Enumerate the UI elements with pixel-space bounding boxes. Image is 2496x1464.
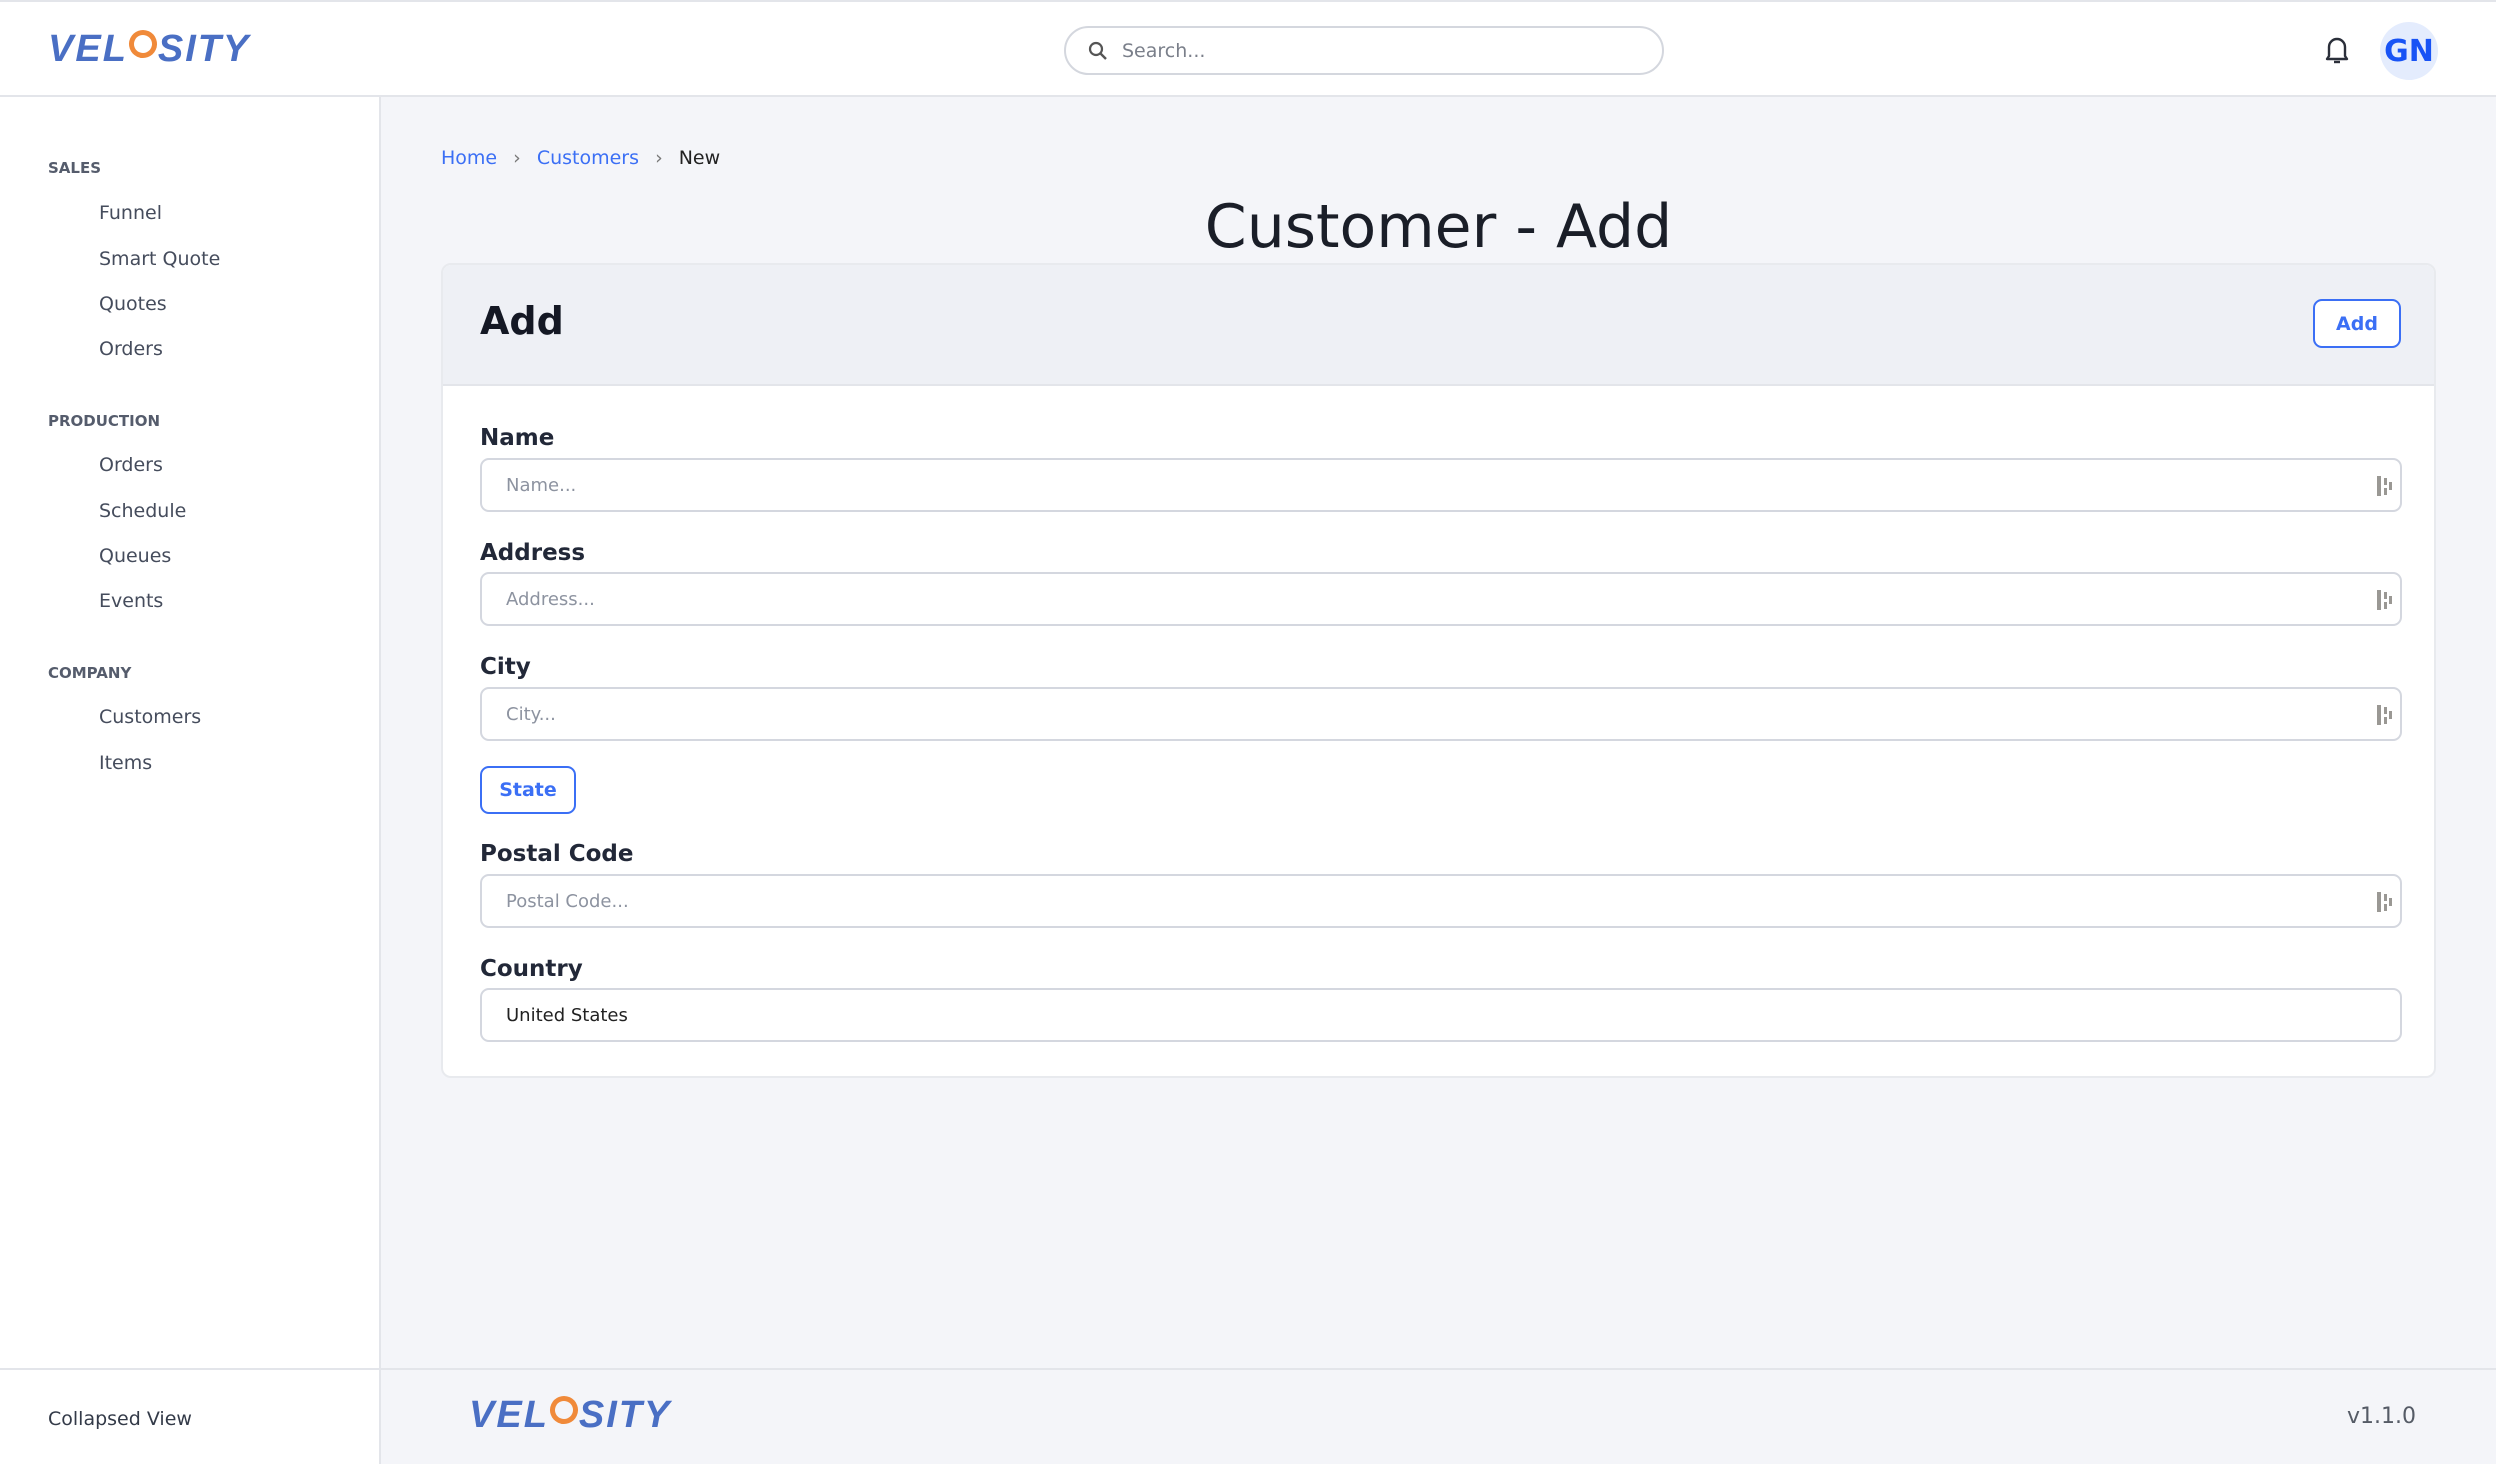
postal-code-field[interactable] [480, 874, 2402, 928]
address-label: Address [480, 540, 586, 566]
sidebar-item-schedule[interactable]: Schedule [99, 500, 186, 522]
footer-logo: VEL SITY [469, 1391, 671, 1437]
country-label: Country [480, 956, 583, 982]
name-label: Name [480, 425, 555, 451]
sidebar-item-queues[interactable]: Queues [99, 545, 171, 567]
bell-icon[interactable] [2323, 35, 2351, 65]
page-title: Customer - Add [1204, 192, 1673, 262]
state-button[interactable]: State [480, 766, 576, 814]
customer-form-card: Add Add Name Address City State Postal C… [441, 263, 2436, 1078]
sidebar-item-quotes[interactable]: Quotes [99, 293, 167, 315]
search-bar[interactable] [1064, 26, 1664, 75]
city-field[interactable] [480, 687, 2402, 741]
search-input[interactable] [1122, 39, 1622, 62]
search-icon [1088, 41, 1107, 60]
name-input[interactable] [506, 474, 2326, 496]
sidebar-item-production-orders[interactable]: Orders [99, 454, 163, 476]
top-header: VELSITY GN [0, 0, 2496, 97]
city-label: City [480, 654, 531, 680]
password-manager-icon[interactable] [2376, 475, 2392, 497]
country-field[interactable] [480, 988, 2402, 1042]
name-field[interactable] [480, 458, 2402, 512]
password-manager-icon[interactable] [2376, 704, 2392, 726]
sidebar-item-customers[interactable]: Customers [99, 706, 201, 728]
card-header: Add Add [443, 265, 2434, 386]
postal-code-label: Postal Code [480, 841, 634, 867]
breadcrumb: Home › Customers › New [441, 147, 720, 169]
sidebar-item-smart-quote[interactable]: Smart Quote [99, 248, 220, 270]
avatar[interactable]: GN [2380, 22, 2438, 80]
address-field[interactable] [480, 572, 2402, 626]
card-title: Add [480, 299, 564, 343]
breadcrumb-home[interactable]: Home [441, 147, 497, 169]
password-manager-icon[interactable] [2376, 891, 2392, 913]
velocity-logo[interactable]: VEL SITY [48, 25, 250, 71]
breadcrumb-customers[interactable]: Customers [537, 147, 639, 169]
sidebar-item-items[interactable]: Items [99, 752, 152, 774]
chevron-right-icon: › [655, 147, 663, 169]
chevron-right-icon: › [513, 147, 521, 169]
footer-sidebar: Collapsed View [0, 1370, 381, 1464]
password-manager-icon[interactable] [2376, 589, 2392, 611]
sidebar-item-funnel[interactable]: Funnel [99, 202, 162, 224]
sidebar-section-production: PRODUCTION [48, 412, 161, 430]
sidebar-section-company: COMPANY [48, 664, 132, 682]
footer: Collapsed View VEL SITY v1.1.0 [0, 1368, 2496, 1464]
country-input[interactable] [506, 1004, 2326, 1026]
city-input[interactable] [506, 703, 2326, 725]
version-label: v1.1.0 [2347, 1404, 2416, 1429]
postal-code-input[interactable] [506, 890, 2326, 912]
collapsed-view-toggle[interactable]: Collapsed View [48, 1408, 192, 1430]
sidebar-item-events[interactable]: Events [99, 590, 163, 612]
sidebar-section-sales: SALES [48, 159, 102, 177]
breadcrumb-current: New [678, 147, 721, 169]
add-button[interactable]: Add [2313, 299, 2401, 348]
sidebar: SALES Funnel Smart Quote Quotes Orders P… [0, 97, 381, 1368]
address-input[interactable] [506, 588, 2326, 610]
sidebar-item-sales-orders[interactable]: Orders [99, 338, 163, 360]
